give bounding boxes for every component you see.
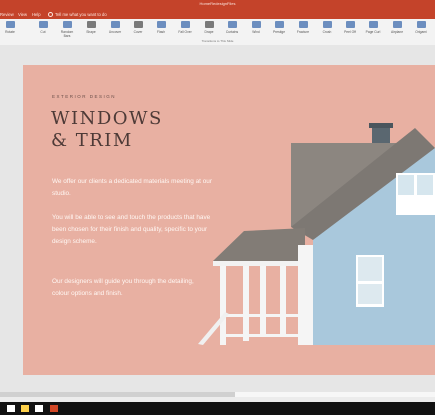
slide-paragraph-3: Our designers will guide you through the… (52, 278, 194, 297)
drape-icon (204, 21, 214, 28)
ribbon-transitions: Rotate Cut Random Bars Shape Uncover Cov… (0, 19, 435, 46)
taskbar (0, 402, 435, 415)
document-title: HomeRedesignFiles (199, 1, 236, 6)
transition-page-curl-button[interactable]: Page Curl (364, 21, 382, 37)
menu-bar: Review View Help Tell me what you want t… (0, 10, 435, 19)
peel-off-icon (345, 21, 355, 28)
airplane-icon (392, 21, 402, 28)
cut-icon (38, 21, 48, 28)
transition-cover-button[interactable]: Cover (129, 21, 147, 37)
slide-title-line1: WINDOWS (51, 108, 163, 129)
curtains-icon (227, 21, 237, 28)
file-explorer-icon[interactable] (21, 405, 29, 412)
slide-title: WINDOWS & TRIM (51, 108, 191, 152)
tell-me-search[interactable]: Tell me what you want to do (48, 12, 107, 18)
transition-peel-off-button[interactable]: Peel Off (341, 21, 359, 37)
prestige-icon (274, 21, 284, 28)
transition-flash-button[interactable]: Flash (152, 21, 170, 37)
ribbon-group-label: Transitions to This Slide (201, 39, 234, 43)
slide-paragraph-1: We offer our clients a dedicated materia… (52, 178, 212, 197)
menu-view[interactable]: View (18, 12, 27, 17)
slide-canvas: EXTERIOR DESIGN WINDOWS & TRIM We offer … (0, 45, 435, 392)
windows-start-icon[interactable] (7, 405, 15, 412)
transition-drape-button[interactable]: Drape (200, 21, 218, 37)
lightbulb-icon (48, 12, 53, 18)
transition-fracture-button[interactable]: Fracture (294, 21, 312, 37)
transition-random-bars-button[interactable]: Random Bars (58, 21, 76, 38)
fracture-icon (298, 21, 308, 28)
transition-airplane-button[interactable]: Airplane (388, 21, 406, 37)
cover-icon (133, 21, 143, 28)
transition-curtains-button[interactable]: Curtains (223, 21, 241, 37)
slide-paragraph-2: You will be able to see and touch the pr… (52, 214, 211, 245)
crush-icon (322, 21, 332, 28)
page-curl-icon (368, 21, 378, 28)
shape-icon (86, 21, 96, 28)
fall-over-icon (180, 21, 190, 28)
transition-fall-over-button[interactable]: Fall Over (176, 21, 194, 37)
transition-wind-button[interactable]: Wind (247, 21, 265, 37)
tell-me-text: Tell me what you want to do (55, 12, 107, 17)
transition-cut-button[interactable]: Cut (34, 21, 52, 37)
random-bars-icon (62, 21, 72, 28)
flash-icon (156, 21, 166, 28)
house-image (198, 123, 435, 345)
transition-rotate-button[interactable]: Rotate (1, 21, 19, 37)
transition-uncover-button[interactable]: Uncover (106, 21, 124, 37)
menu-review[interactable]: Review (0, 12, 14, 17)
transition-origami-button[interactable]: Origami (412, 21, 430, 37)
wind-icon (251, 21, 261, 28)
slide-kicker: EXTERIOR DESIGN (52, 94, 117, 99)
menu-help[interactable]: Help (32, 12, 41, 17)
store-icon[interactable] (35, 405, 43, 412)
powerpoint-icon[interactable] (50, 405, 58, 412)
transition-prestige-button[interactable]: Prestige (270, 21, 288, 37)
transition-shape-button[interactable]: Shape (82, 21, 100, 37)
title-bar: HomeRedesignFiles (0, 0, 435, 10)
origami-icon (416, 21, 426, 28)
transition-crush-button[interactable]: Crush (318, 21, 336, 37)
uncover-icon (110, 21, 120, 28)
slide[interactable]: EXTERIOR DESIGN WINDOWS & TRIM We offer … (23, 65, 435, 375)
rotate-icon (5, 21, 15, 28)
slide-title-line2: & TRIM (51, 130, 133, 151)
